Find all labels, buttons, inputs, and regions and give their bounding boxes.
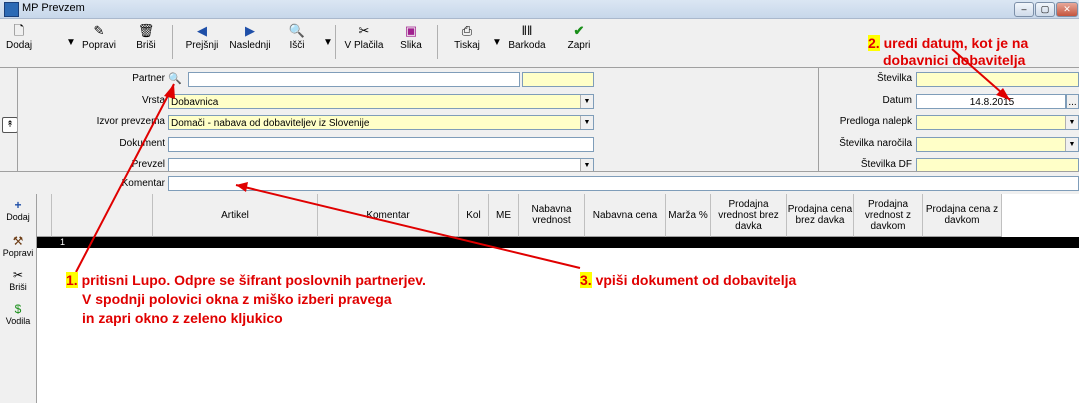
annotation-2-line-1: 2. uredi datum, kot je na	[868, 35, 1028, 51]
annotation-1-line-3: in zapri okno z zeleno kljukico	[82, 310, 283, 326]
annotation-2-number: 2.	[868, 35, 880, 51]
arrow-1	[75, 83, 175, 273]
annotation-1-number: 1.	[66, 272, 78, 288]
annotation-3: 3. vpiši dokument od dobavitelja	[580, 272, 796, 288]
annotation-2-line-2: dobavnici dobavitelja	[883, 52, 1026, 68]
annotation-1-line-1: 1. pritisni Lupo. Odpre se šifrant poslo…	[66, 272, 426, 288]
annotation-2-text: uredi datum, kot je na	[883, 35, 1029, 51]
arrow-3	[235, 184, 581, 269]
arrowhead-1	[164, 84, 175, 99]
annotation-1-text: pritisni Lupo. Odpre se šifrant poslovni…	[81, 272, 426, 288]
annotation-3-number: 3.	[580, 272, 592, 288]
arrowhead-3	[236, 182, 248, 192]
annotation-3-text: vpiši dokument od dobavitelja	[595, 272, 797, 288]
annotation-1-line-2: V spodnji polovici okna z miško izberi p…	[82, 291, 392, 307]
